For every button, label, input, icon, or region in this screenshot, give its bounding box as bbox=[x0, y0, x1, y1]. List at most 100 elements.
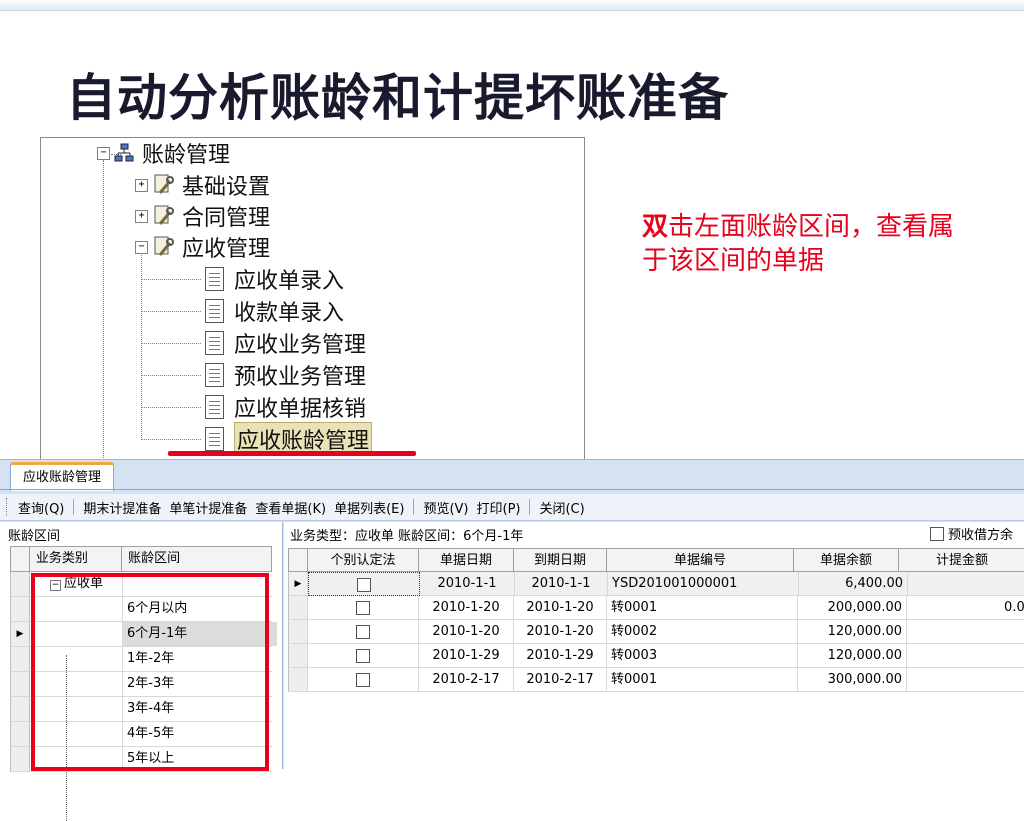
document-list-pane: 业务类型：应收单 账龄区间：6个月-1年 预收借方余 个别认定法 单据日期 到期… bbox=[284, 522, 1024, 769]
due-cell: 2010-1-20 bbox=[514, 596, 607, 620]
col-header-method[interactable]: 个别认定法 bbox=[308, 548, 419, 572]
tree-doc-label: 应收单录入 bbox=[234, 269, 345, 294]
note-bold-char: 双 bbox=[642, 212, 669, 242]
interval-highlight-box bbox=[31, 573, 269, 771]
wrench-icon bbox=[152, 204, 174, 228]
number-cell: 转0001 bbox=[607, 596, 798, 620]
close-button[interactable]: 关闭(C) bbox=[535, 498, 588, 517]
date-cell: 2010-2-17 bbox=[419, 668, 514, 692]
due-cell: 2010-1-1 bbox=[515, 572, 608, 596]
toolbar-grip[interactable] bbox=[6, 498, 10, 516]
slide-title: 自动分析账龄和计提坏账准备 bbox=[66, 69, 729, 127]
date-cell: 2010-1-1 bbox=[420, 572, 515, 596]
tree-doc-item[interactable]: 应收业务管理 bbox=[205, 328, 366, 358]
tree-root-label: 账龄管理 bbox=[142, 143, 231, 168]
provision-cell[interactable] bbox=[908, 572, 1024, 596]
table-row[interactable]: 2010-2-17 2010-2-17 转0001 300,000.00 bbox=[288, 668, 1024, 692]
table-row[interactable]: 2010-1-20 2010-1-20 转0001 200,000.00 0.0… bbox=[288, 596, 1024, 620]
number-cell: 转0001 bbox=[607, 668, 798, 692]
filter-info: 业务类型：应收单 账龄区间：6个月-1年 bbox=[290, 529, 524, 544]
row-pointer-icon: ▶ bbox=[288, 572, 308, 596]
document-icon bbox=[205, 395, 224, 419]
highlight-underline bbox=[168, 451, 416, 456]
table-row[interactable]: 2010-1-29 2010-1-29 转0003 120,000.00 bbox=[288, 644, 1024, 668]
tree-item-label: 合同管理 bbox=[182, 206, 271, 231]
tree-node-receivable[interactable]: − 应收管理 bbox=[135, 232, 270, 262]
period-end-provision-button[interactable]: 期末计提准备 bbox=[79, 498, 165, 517]
col-header-date[interactable]: 单据日期 bbox=[419, 548, 514, 572]
balance-cell: 120,000.00 bbox=[798, 620, 907, 644]
method-checkbox[interactable] bbox=[357, 578, 371, 592]
provision-cell[interactable] bbox=[907, 668, 1024, 692]
date-cell: 2010-1-20 bbox=[419, 620, 514, 644]
document-icon bbox=[205, 363, 224, 387]
method-checkbox[interactable] bbox=[356, 601, 370, 615]
number-cell: YSD201001000001 bbox=[608, 572, 799, 596]
method-checkbox[interactable] bbox=[356, 649, 370, 663]
view-document-button[interactable]: 查看单据(K) bbox=[251, 498, 330, 517]
document-grid: 个别认定法 单据日期 到期日期 单据编号 单据余额 计提金额 ▶ 2010-1-… bbox=[288, 548, 1024, 692]
tree-doc-label: 预收业务管理 bbox=[234, 365, 367, 390]
document-icon bbox=[205, 331, 224, 355]
balance-cell: 120,000.00 bbox=[798, 644, 907, 668]
due-cell: 2010-2-17 bbox=[514, 668, 607, 692]
col-header-due[interactable]: 到期日期 bbox=[514, 548, 607, 572]
document-icon bbox=[205, 299, 224, 323]
tab-aging-management[interactable]: 应收账龄管理 bbox=[10, 462, 115, 491]
col-header-category[interactable]: 业务类别 bbox=[30, 547, 123, 571]
tree-doc-label: 应收单据核销 bbox=[234, 397, 367, 422]
tree-node-basic[interactable]: + 基础设置 bbox=[135, 170, 270, 200]
date-cell: 2010-1-29 bbox=[419, 644, 514, 668]
checkbox-icon[interactable] bbox=[930, 526, 944, 541]
preview-button[interactable]: 预览(V) bbox=[419, 498, 472, 517]
toolbar: 查询(Q) 期末计提准备 单笔计提准备 查看单据(K) 单据列表(E) 预览(V… bbox=[0, 494, 1024, 521]
module-tree-panel: − 账龄管理 + 基础设置 + 合同管理 − 应收管理 应收单录入 收款单录入 … bbox=[40, 137, 585, 464]
number-cell: 转0003 bbox=[607, 644, 798, 668]
tree-doc-item[interactable]: 应收单据核销 bbox=[205, 392, 366, 422]
due-cell: 2010-1-29 bbox=[514, 644, 607, 668]
query-button[interactable]: 查询(Q) bbox=[14, 498, 68, 517]
tree-doc-item-selected[interactable]: 应收账龄管理 bbox=[205, 422, 373, 456]
number-cell: 转0002 bbox=[607, 620, 798, 644]
document-icon bbox=[205, 267, 224, 291]
network-icon bbox=[114, 143, 134, 163]
date-cell: 2010-1-20 bbox=[419, 596, 514, 620]
balance-cell: 200,000.00 bbox=[798, 596, 907, 620]
print-button[interactable]: 打印(P) bbox=[473, 498, 525, 517]
slide-top-bar bbox=[0, 0, 1024, 11]
col-header-balance[interactable]: 单据余额 bbox=[794, 548, 899, 572]
document-list-button[interactable]: 单据列表(E) bbox=[330, 498, 408, 517]
expand-icon[interactable]: + bbox=[135, 209, 148, 223]
wrench-icon bbox=[152, 235, 174, 259]
provision-cell[interactable] bbox=[907, 620, 1024, 644]
note-text: 击左面账龄区间，查看属于该区间的单据 bbox=[642, 212, 955, 276]
row-pointer-icon: ▶ bbox=[11, 622, 30, 646]
tree-node-contract[interactable]: + 合同管理 bbox=[135, 201, 270, 231]
col-header-provision[interactable]: 计提金额 bbox=[899, 548, 1024, 572]
col-header-number[interactable]: 单据编号 bbox=[607, 548, 794, 572]
col-header-interval[interactable]: 账龄区间 bbox=[122, 547, 271, 571]
provision-cell[interactable] bbox=[907, 644, 1024, 668]
tree-doc-item[interactable]: 收款单录入 bbox=[205, 296, 344, 326]
wrench-icon bbox=[152, 173, 174, 197]
checkbox-label: 预收借方余 bbox=[948, 528, 1014, 543]
tree-doc-item[interactable]: 预收业务管理 bbox=[205, 360, 366, 390]
single-provision-button[interactable]: 单笔计提准备 bbox=[165, 498, 251, 517]
method-checkbox[interactable] bbox=[356, 673, 370, 687]
instruction-note: 双击左面账龄区间，查看属于该区间的单据 bbox=[642, 210, 962, 278]
provision-cell[interactable]: 0.00 bbox=[907, 596, 1024, 620]
table-row[interactable]: ▶ 2010-1-1 2010-1-1 YSD201001000001 6,40… bbox=[288, 572, 1024, 596]
tree-doc-label: 应收业务管理 bbox=[234, 333, 367, 358]
expand-icon[interactable]: + bbox=[135, 178, 148, 192]
collapse-icon[interactable]: − bbox=[97, 146, 110, 160]
tree-doc-item[interactable]: 应收单录入 bbox=[205, 264, 344, 294]
tree-node-aging[interactable]: − 账龄管理 bbox=[97, 138, 230, 168]
tree-item-label: 基础设置 bbox=[182, 175, 271, 200]
collapse-icon[interactable]: − bbox=[135, 240, 148, 254]
prepaid-checkbox[interactable]: 预收借方余 bbox=[930, 524, 1013, 543]
balance-cell: 300,000.00 bbox=[798, 668, 907, 692]
tree-doc-label: 收款单录入 bbox=[234, 301, 345, 326]
table-row[interactable]: 2010-1-20 2010-1-20 转0002 120,000.00 bbox=[288, 620, 1024, 644]
tree-item-label: 应收管理 bbox=[182, 237, 271, 262]
method-checkbox[interactable] bbox=[356, 625, 370, 639]
